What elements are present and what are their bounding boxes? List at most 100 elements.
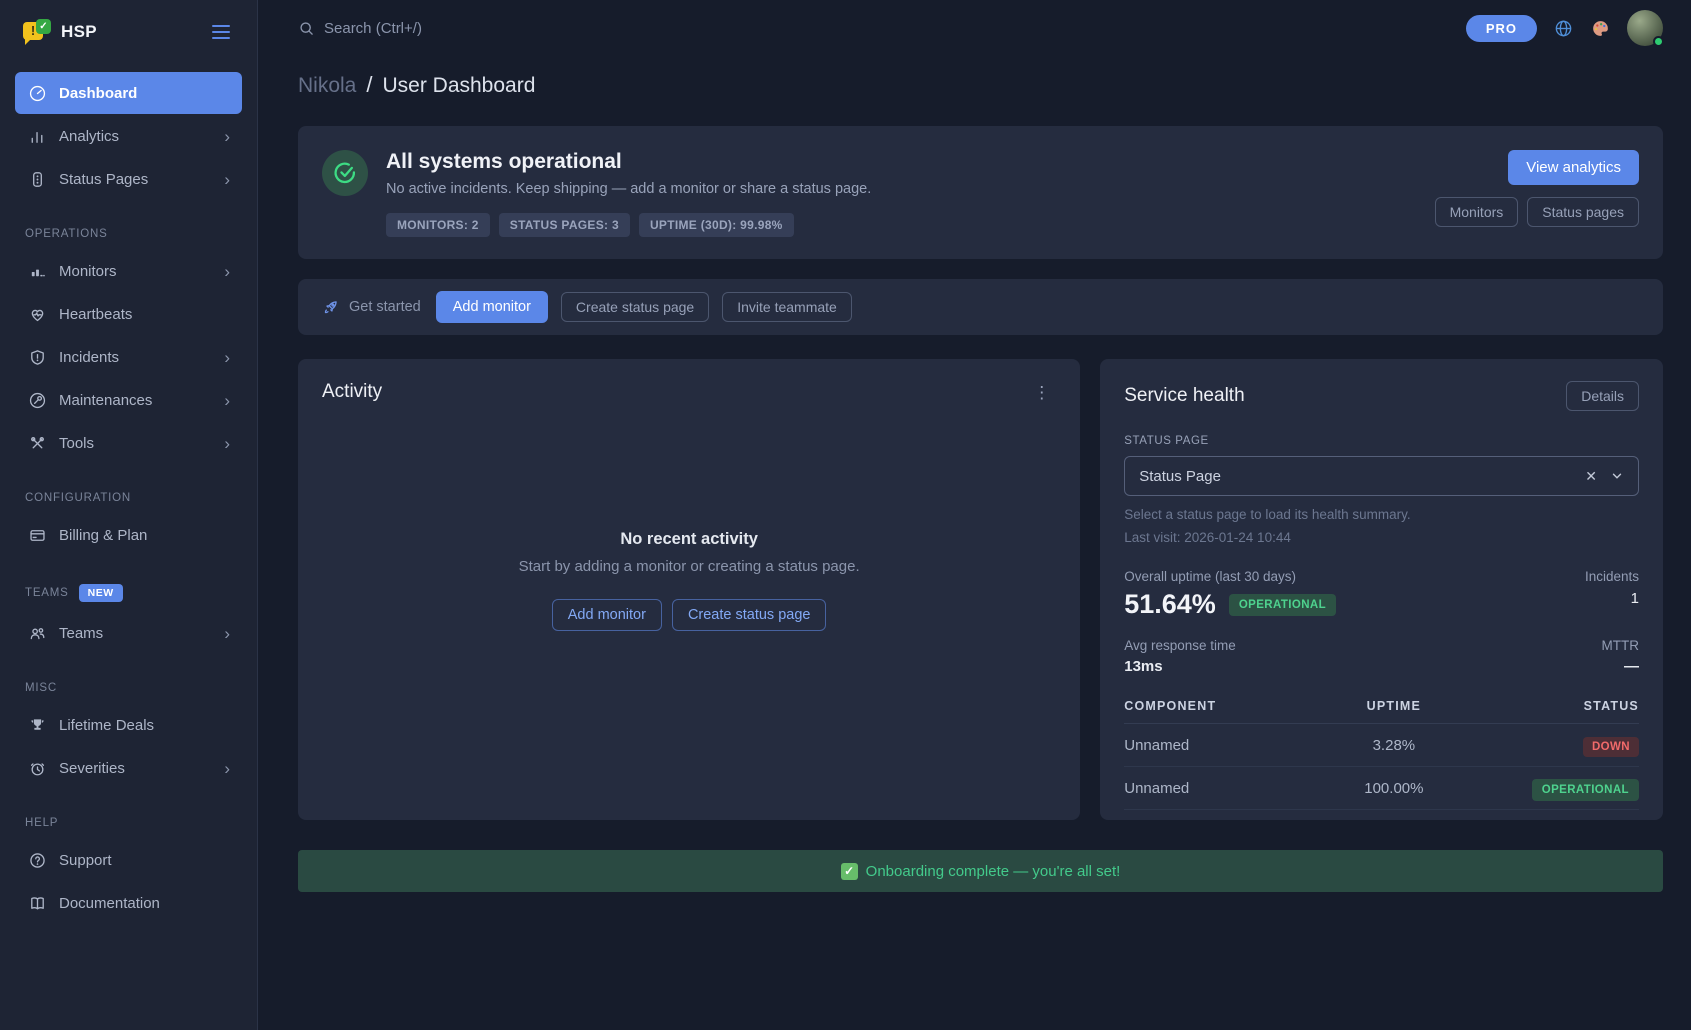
logo-check: ✓ [36, 19, 51, 34]
service-health-title: Service health [1124, 385, 1244, 407]
sidebar-item-label: Lifetime Deals [59, 717, 230, 734]
sidebar-item-billing[interactable]: Billing & Plan [15, 514, 242, 556]
get-started-label: Get started [322, 298, 421, 316]
add-monitor-button[interactable]: Add monitor [436, 291, 548, 323]
monitors-bars-icon [27, 261, 47, 281]
onboarding-banner: ✓ Onboarding complete — you're all set! [298, 850, 1663, 892]
component-name: Unnamed [1124, 780, 1312, 797]
status-badge: OPERATIONAL [1532, 779, 1639, 801]
user-avatar[interactable] [1627, 10, 1663, 46]
avg-response-value: 13ms [1124, 658, 1236, 675]
get-started-bar: Get started Add monitor Create status pa… [298, 279, 1663, 335]
credit-card-icon [27, 525, 47, 545]
sidebar-item-monitors[interactable]: Monitors › [15, 250, 242, 292]
mttr-value: — [1602, 658, 1640, 675]
sidebar-section-misc: MISC [25, 682, 242, 694]
sidebar-item-heartbeats[interactable]: Heartbeats [15, 293, 242, 335]
incidents-value: 1 [1585, 590, 1639, 607]
chevron-right-icon: › [224, 263, 230, 280]
main-area: Search (Ctrl+/) PRO Nikola / User Dashbo… [258, 0, 1691, 1030]
sidebar-item-label: Maintenances [59, 392, 212, 409]
chevron-right-icon: › [224, 435, 230, 452]
last-visit-text: Last visit: 2026-01-24 10:44 [1124, 530, 1639, 545]
column-header-status: STATUS [1476, 699, 1639, 713]
gauge-icon [27, 83, 47, 103]
create-status-page-button[interactable]: Create status page [561, 292, 709, 322]
language-globe-icon[interactable] [1553, 18, 1574, 39]
search-icon [298, 20, 315, 37]
page-title: User Dashboard [382, 74, 535, 98]
details-button[interactable]: Details [1566, 381, 1639, 411]
component-uptime: 3.28% [1312, 737, 1475, 754]
theme-palette-icon[interactable] [1590, 18, 1611, 39]
view-analytics-button[interactable]: View analytics [1508, 150, 1639, 185]
chevron-right-icon: › [224, 392, 230, 409]
app-logo[interactable]: ! ✓ HSP [23, 19, 97, 45]
uptime-label: Overall uptime (last 30 days) [1124, 569, 1336, 584]
monitors-button[interactable]: Monitors [1435, 197, 1519, 227]
sidebar-item-label: Dashboard [59, 85, 230, 102]
breadcrumb-parent[interactable]: Nikola [298, 74, 356, 98]
sidebar-item-label: Heartbeats [59, 306, 230, 323]
status-page-select-value: Status Page [1139, 468, 1221, 485]
sidebar-item-documentation[interactable]: Documentation [15, 882, 242, 924]
activity-card: Activity ⋮ No recent activity Start by a… [298, 359, 1080, 820]
hero-subtitle: No active incidents. Keep shipping — add… [386, 181, 1417, 197]
service-health-card: Service health Details STATUS PAGE Statu… [1100, 359, 1663, 820]
status-page-field-label: STATUS PAGE [1124, 435, 1639, 447]
chevron-right-icon: › [224, 760, 230, 777]
sidebar-item-status-pages[interactable]: Status Pages › [15, 158, 242, 200]
add-monitor-button[interactable]: Add monitor [552, 599, 662, 631]
table-row[interactable]: Unnamed 3.28% DOWN [1124, 724, 1639, 767]
hamburger-menu-icon[interactable] [208, 21, 234, 43]
avg-response-label: Avg response time [1124, 638, 1236, 653]
sidebar-item-dashboard[interactable]: Dashboard [15, 72, 242, 114]
sidebar-item-lifetime-deals[interactable]: Lifetime Deals [15, 704, 242, 746]
sidebar-item-maintenances[interactable]: Maintenances › [15, 379, 242, 421]
system-status-hero-card: All systems operational No active incide… [298, 126, 1663, 259]
sidebar-section-configuration: CONFIGURATION [25, 492, 242, 504]
mttr-label: MTTR [1602, 638, 1640, 653]
table-row[interactable]: Unnamed 100.00% OPERATIONAL [1124, 767, 1639, 810]
chevron-right-icon: › [224, 625, 230, 642]
shield-alert-icon [27, 347, 47, 367]
sidebar-item-incidents[interactable]: Incidents › [15, 336, 242, 378]
heartbeat-icon [27, 304, 47, 324]
new-badge: NEW [79, 584, 123, 602]
status-page-select[interactable]: Status Page ✕ [1124, 456, 1639, 496]
status-pages-button[interactable]: Status pages [1527, 197, 1639, 227]
global-search-input[interactable]: Search (Ctrl+/) [298, 20, 422, 37]
status-badge: DOWN [1583, 737, 1639, 757]
book-icon [27, 893, 47, 913]
uptime-chip: UPTIME (30D): 99.98% [639, 213, 794, 237]
uptime-value: 51.64% [1124, 589, 1216, 620]
incidents-label: Incidents [1585, 569, 1639, 584]
search-placeholder: Search (Ctrl+/) [324, 20, 422, 37]
chevron-down-icon[interactable] [1610, 469, 1624, 483]
topbar: Search (Ctrl+/) PRO [258, 0, 1691, 56]
sidebar-item-label: Documentation [59, 895, 230, 912]
sidebar-item-label: Support [59, 852, 230, 869]
sidebar-item-support[interactable]: Support [15, 839, 242, 881]
sidebar-item-tools[interactable]: Tools › [15, 422, 242, 464]
sidebar-item-label: Billing & Plan [59, 527, 230, 544]
components-table: COMPONENT UPTIME STATUS Unnamed 3.28% DO… [1124, 691, 1639, 810]
traffic-light-icon [27, 169, 47, 189]
column-header-uptime: UPTIME [1312, 699, 1475, 713]
sidebar-item-label: Teams [59, 625, 212, 642]
create-status-page-button[interactable]: Create status page [672, 599, 827, 631]
sidebar-item-analytics[interactable]: Analytics › [15, 115, 242, 157]
sidebar-item-label: Analytics [59, 128, 212, 145]
chevron-right-icon: › [224, 171, 230, 188]
online-status-dot [1653, 36, 1664, 47]
sidebar-section-help: HELP [25, 817, 242, 829]
invite-teammate-button[interactable]: Invite teammate [722, 292, 852, 322]
pro-plan-badge[interactable]: PRO [1466, 15, 1537, 42]
check-emoji-icon: ✓ [841, 863, 858, 880]
chevron-right-icon: › [224, 349, 230, 366]
sidebar-item-teams[interactable]: Teams › [15, 612, 242, 654]
sidebar-item-severities[interactable]: Severities › [15, 747, 242, 789]
clear-selection-icon[interactable]: ✕ [1585, 469, 1597, 483]
logo-row: ! ✓ HSP [15, 0, 242, 64]
activity-empty-state: No recent activity Start by adding a mon… [322, 363, 1056, 798]
